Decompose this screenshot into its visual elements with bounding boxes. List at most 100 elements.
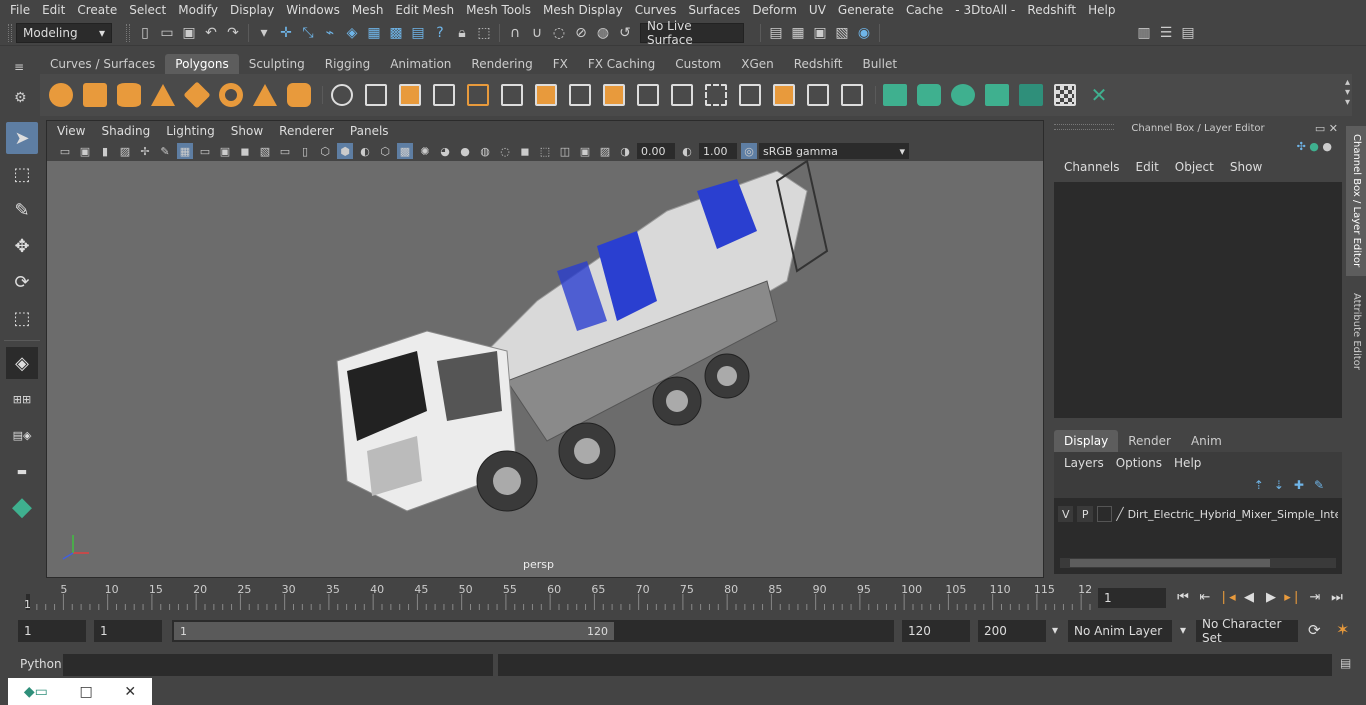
- poly-cylinder-icon[interactable]: [114, 80, 144, 110]
- shelf-tab-bullet[interactable]: Bullet: [852, 54, 907, 74]
- workspace-icon[interactable]: ▥: [1134, 23, 1154, 43]
- command-input[interactable]: [63, 654, 493, 676]
- live-surface-field[interactable]: No Live Surface: [640, 19, 744, 47]
- poly-torus-icon[interactable]: [216, 80, 246, 110]
- chevron-down-icon[interactable]: ▾: [1180, 623, 1186, 637]
- multi-cut-icon[interactable]: [667, 80, 697, 110]
- resolution-gate-icon[interactable]: ▣: [217, 143, 233, 159]
- film-gate-icon[interactable]: ▭: [197, 143, 213, 159]
- script-editor-icon[interactable]: ▤: [1340, 656, 1351, 670]
- shelf-tab-polygons[interactable]: Polygons: [165, 54, 239, 74]
- new-layer-icon[interactable]: ✚: [1294, 478, 1314, 492]
- selection-mask-dropdown-icon[interactable]: ▾: [254, 23, 274, 43]
- 2d-pan-icon[interactable]: ✢: [137, 143, 153, 159]
- new-layer-selected-icon[interactable]: ✎: [1314, 478, 1334, 492]
- shelf-tab-rigging[interactable]: Rigging: [315, 54, 380, 74]
- anim-prefs-icon[interactable]: ⟳: [1308, 621, 1321, 639]
- move-layer-down-icon[interactable]: ⇣: [1274, 478, 1294, 492]
- menu-surfaces[interactable]: Surfaces: [682, 3, 746, 17]
- command-language-label[interactable]: Python: [20, 657, 62, 671]
- fill-hole-icon[interactable]: [837, 80, 867, 110]
- camera-select-icon[interactable]: ▭: [57, 143, 73, 159]
- menu-mesh-display[interactable]: Mesh Display: [537, 3, 629, 17]
- chevron-down-icon[interactable]: ▾: [1052, 623, 1058, 637]
- tab-attribute-editor[interactable]: Attribute Editor: [1346, 286, 1366, 376]
- menu-mesh-tools[interactable]: Mesh Tools: [460, 3, 537, 17]
- poly-cube-icon[interactable]: [80, 80, 110, 110]
- viewport-menu-view[interactable]: View: [49, 124, 93, 138]
- viewport-menu-lighting[interactable]: Lighting: [158, 124, 223, 138]
- shelf-tab-fx-caching[interactable]: FX Caching: [578, 54, 665, 74]
- step-back-key-icon[interactable]: ⇤: [1194, 586, 1216, 608]
- connect-icon[interactable]: [769, 80, 799, 110]
- snap-together-icon[interactable]: ∪: [527, 23, 547, 43]
- mirror-icon[interactable]: [497, 80, 527, 110]
- menu-file[interactable]: File: [4, 3, 36, 17]
- shelf-menu-icon[interactable]: ≡: [14, 60, 24, 74]
- cement-mixer-truck-model[interactable]: [307, 151, 867, 531]
- viewport-menu-shading[interactable]: Shading: [93, 124, 158, 138]
- snap-point-icon[interactable]: ▩: [386, 23, 406, 43]
- menu-edit[interactable]: Edit: [36, 3, 71, 17]
- keyframe-icon[interactable]: ●: [1322, 140, 1332, 153]
- shelf-tab-curves-surfaces[interactable]: Curves / Surfaces: [40, 54, 165, 74]
- paint-select-icon[interactable]: ⊘: [571, 23, 591, 43]
- shelf-tab-rendering[interactable]: Rendering: [461, 54, 542, 74]
- close-icon[interactable]: ✕: [1329, 122, 1338, 135]
- go-to-end-icon[interactable]: ⏭: [1326, 586, 1348, 608]
- field-chart-icon[interactable]: ▧: [257, 143, 273, 159]
- boolean-icon[interactable]: [463, 80, 493, 110]
- poly-cone-icon[interactable]: [148, 80, 178, 110]
- select-tool-icon[interactable]: ➤: [6, 122, 38, 154]
- target-weld-icon[interactable]: [735, 80, 765, 110]
- extrude-icon[interactable]: [599, 80, 629, 110]
- outliner-view-icon[interactable]: ▬: [6, 455, 38, 487]
- playback-start-field[interactable]: 1: [94, 620, 162, 642]
- end-time-field[interactable]: 200: [978, 620, 1046, 642]
- poly-plane-icon[interactable]: [182, 80, 212, 110]
- step-forward-key-icon[interactable]: ⇥: [1304, 586, 1326, 608]
- maximize-icon[interactable]: □: [80, 684, 93, 700]
- cylindrical-map-icon[interactable]: [914, 80, 944, 110]
- save-scene-icon[interactable]: ▣: [179, 23, 199, 43]
- tab-channel-box[interactable]: Channel Box / Layer Editor: [1346, 126, 1366, 276]
- menu-mesh[interactable]: Mesh: [346, 3, 390, 17]
- layer-name[interactable]: Dirt_Electric_Hybrid_Mixer_Simple_Inter: [1128, 508, 1338, 521]
- anim-layer-field[interactable]: No Anim Layer: [1068, 620, 1172, 642]
- snap-curve-icon[interactable]: ▦: [364, 23, 384, 43]
- grid-icon[interactable]: ▦: [177, 143, 193, 159]
- insert-edge-loop-icon[interactable]: [701, 80, 731, 110]
- layer-playback-toggle[interactable]: P: [1077, 506, 1093, 522]
- menu-edit-mesh[interactable]: Edit Mesh: [389, 3, 460, 17]
- sync-icon[interactable]: ●: [1309, 140, 1319, 153]
- layer-scrollbar-thumb[interactable]: [1070, 559, 1270, 567]
- playback-end-field[interactable]: 120: [902, 620, 970, 642]
- menu-deform[interactable]: Deform: [746, 3, 803, 17]
- viewport-menu-panels[interactable]: Panels: [342, 124, 397, 138]
- range-slider[interactable]: 1 120: [172, 620, 894, 642]
- shelf-scroll-icon[interactable]: ▴ ▾ ▾: [1345, 78, 1350, 108]
- viewport-menu-renderer[interactable]: Renderer: [271, 124, 342, 138]
- menu-create[interactable]: Create: [71, 3, 123, 17]
- close-icon[interactable]: ✕: [124, 684, 136, 700]
- new-scene-icon[interactable]: ▯: [135, 23, 155, 43]
- hypershade-icon[interactable]: ◉: [854, 23, 874, 43]
- bevel-icon[interactable]: [565, 80, 595, 110]
- rotate-tool-icon[interactable]: ⟳: [6, 266, 38, 298]
- snap-view-plane-icon[interactable]: ▤: [408, 23, 428, 43]
- character-set-field[interactable]: No Character Set: [1196, 617, 1298, 645]
- paint-select-tool-icon[interactable]: ✎: [6, 194, 38, 226]
- channel-menu-object[interactable]: Object: [1167, 160, 1222, 174]
- current-frame-field[interactable]: 1: [1098, 588, 1166, 608]
- bookmark-icon[interactable]: ▮: [97, 143, 113, 159]
- separate-icon[interactable]: [361, 80, 391, 110]
- merge-icon[interactable]: [803, 80, 833, 110]
- ipr-render-icon[interactable]: ▣: [810, 23, 830, 43]
- grease-pencil-icon[interactable]: ✎: [157, 143, 173, 159]
- redo-icon[interactable]: ↷: [223, 23, 243, 43]
- channel-menu-edit[interactable]: Edit: [1128, 160, 1167, 174]
- menu-redshift[interactable]: Redshift: [1021, 3, 1082, 17]
- float-panel-icon[interactable]: ▭: [1315, 122, 1325, 135]
- uv-editor-icon[interactable]: [1016, 80, 1046, 110]
- planar-map-icon[interactable]: [880, 80, 910, 110]
